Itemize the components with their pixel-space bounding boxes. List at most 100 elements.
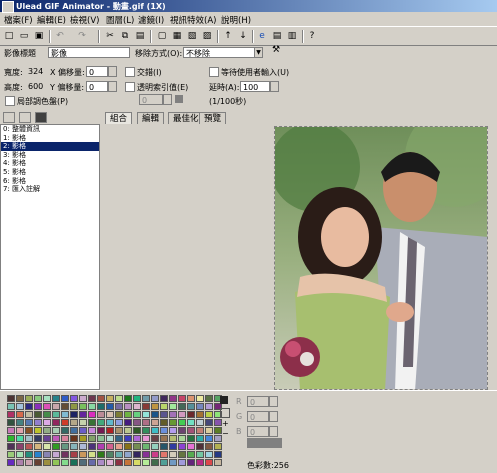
palette-swatch[interactable] <box>43 435 51 442</box>
palette-swatch[interactable] <box>115 411 123 418</box>
help-pointer-icon[interactable]: ? <box>306 30 318 42</box>
tab-preview[interactable]: 預覽 <box>199 112 227 124</box>
transparent-index-checkbox[interactable] <box>125 82 135 92</box>
palette-swatch[interactable] <box>88 443 96 450</box>
palette-swatch[interactable] <box>97 451 105 458</box>
palette-swatch[interactable] <box>106 459 114 466</box>
palette-swatch[interactable] <box>205 451 213 458</box>
palette-swatch[interactable] <box>187 451 195 458</box>
palette-swatch[interactable] <box>34 427 42 434</box>
palette-swatch[interactable] <box>88 451 96 458</box>
frame-properties-icon[interactable]: ▨ <box>201 30 213 42</box>
palette-swatch[interactable] <box>70 403 78 410</box>
palette-swatch[interactable] <box>214 435 222 442</box>
palette-swatch[interactable] <box>70 451 78 458</box>
palette-swatch[interactable] <box>151 435 159 442</box>
palette-swatch[interactable] <box>205 459 213 466</box>
frame-item[interactable]: 0: 整體資訊 <box>1 125 99 134</box>
menu-video-effects[interactable]: 視訊特效(A) <box>170 14 216 26</box>
palette-swatch[interactable] <box>187 435 195 442</box>
palette-swatch[interactable] <box>97 435 105 442</box>
new-file-icon[interactable]: □ <box>3 30 15 42</box>
blue-value-input[interactable]: 0 <box>247 426 269 437</box>
palette-swatch[interactable] <box>97 411 105 418</box>
palette-swatch[interactable] <box>34 403 42 410</box>
palette-swatch[interactable] <box>52 459 60 466</box>
palette-swatch[interactable] <box>25 459 33 466</box>
palette-swatch[interactable] <box>205 403 213 410</box>
palette-swatch[interactable] <box>169 427 177 434</box>
palette-swatch[interactable] <box>160 435 168 442</box>
palette-swatch[interactable] <box>16 419 24 426</box>
frame-item[interactable]: 6: 影格 <box>1 177 99 186</box>
menu-file[interactable]: 檔案(F) <box>4 14 33 26</box>
palette-swatch[interactable] <box>196 403 204 410</box>
palette-swatch[interactable] <box>70 435 78 442</box>
palette-swatch[interactable] <box>7 427 15 434</box>
palette-swatch[interactable] <box>142 403 150 410</box>
palette-swatch[interactable] <box>61 443 69 450</box>
list-view-icon[interactable] <box>3 112 15 123</box>
palette-swatch[interactable] <box>187 427 195 434</box>
palette-swatch[interactable] <box>43 411 51 418</box>
palette-swatch[interactable] <box>142 395 150 402</box>
menu-edit[interactable]: 編輯(E) <box>37 14 66 26</box>
palette-swatch[interactable] <box>142 443 150 450</box>
palette-swatch[interactable] <box>79 395 87 402</box>
palette-swatch[interactable] <box>124 451 132 458</box>
palette-swatch[interactable] <box>169 459 177 466</box>
wait-user-input-checkbox[interactable] <box>209 67 219 77</box>
export-icon[interactable]: ▤ <box>271 30 283 42</box>
palette-swatch[interactable] <box>169 419 177 426</box>
palette-swatch[interactable] <box>124 435 132 442</box>
frame-item[interactable]: 2: 影格 <box>1 142 99 151</box>
palette-swatch[interactable] <box>70 411 78 418</box>
palette-swatch[interactable] <box>205 435 213 442</box>
palette-swatch[interactable] <box>79 411 87 418</box>
palette-swatch[interactable] <box>151 395 159 402</box>
color-palette-grid[interactable] <box>7 395 222 470</box>
palette-swatch[interactable] <box>43 395 51 402</box>
palette-swatch[interactable] <box>115 427 123 434</box>
palette-swatch[interactable] <box>178 395 186 402</box>
palette-swatch[interactable] <box>133 451 141 458</box>
palette-swatch[interactable] <box>124 443 132 450</box>
palette-swatch[interactable] <box>25 427 33 434</box>
palette-swatch[interactable] <box>133 395 141 402</box>
palette-swatch[interactable] <box>25 435 33 442</box>
palette-swatch[interactable] <box>151 411 159 418</box>
palette-swatch[interactable] <box>151 459 159 466</box>
palette-swatch[interactable] <box>160 411 168 418</box>
palette-swatch[interactable] <box>178 459 186 466</box>
palette-swatch[interactable] <box>43 459 51 466</box>
palette-swatch[interactable] <box>97 427 105 434</box>
palette-swatch[interactable] <box>61 435 69 442</box>
palette-swatch[interactable] <box>169 395 177 402</box>
palette-swatch[interactable] <box>178 411 186 418</box>
palette-swatch[interactable] <box>133 419 141 426</box>
palette-swatch[interactable] <box>97 419 105 426</box>
palette-swatch[interactable] <box>187 419 195 426</box>
wand-icon[interactable]: ⚒ <box>270 44 282 56</box>
palette-swatch[interactable] <box>151 427 159 434</box>
palette-swatch[interactable] <box>106 411 114 418</box>
palette-swatch[interactable] <box>52 411 60 418</box>
palette-swatch[interactable] <box>115 435 123 442</box>
tab-compose[interactable]: 組合 <box>105 112 133 124</box>
move-down-icon[interactable]: ↓ <box>237 30 249 42</box>
palette-swatch[interactable] <box>214 419 222 426</box>
palette-swatch[interactable] <box>97 459 105 466</box>
palette-swatch[interactable] <box>16 403 24 410</box>
palette-swatch[interactable] <box>61 451 69 458</box>
frame-item[interactable]: 4: 影格 <box>1 159 99 168</box>
palette-swatch[interactable] <box>97 403 105 410</box>
palette-swatch[interactable] <box>160 443 168 450</box>
palette-swatch[interactable] <box>205 419 213 426</box>
frame-item[interactable]: 5: 影格 <box>1 168 99 177</box>
palette-swatch[interactable] <box>196 419 204 426</box>
remove-method-select[interactable]: 不移除 <box>183 47 263 58</box>
palette-swatch[interactable] <box>25 443 33 450</box>
palette-swatch[interactable] <box>88 411 96 418</box>
frame-photo[interactable] <box>274 126 488 390</box>
palette-load-icon[interactable] <box>220 408 230 418</box>
